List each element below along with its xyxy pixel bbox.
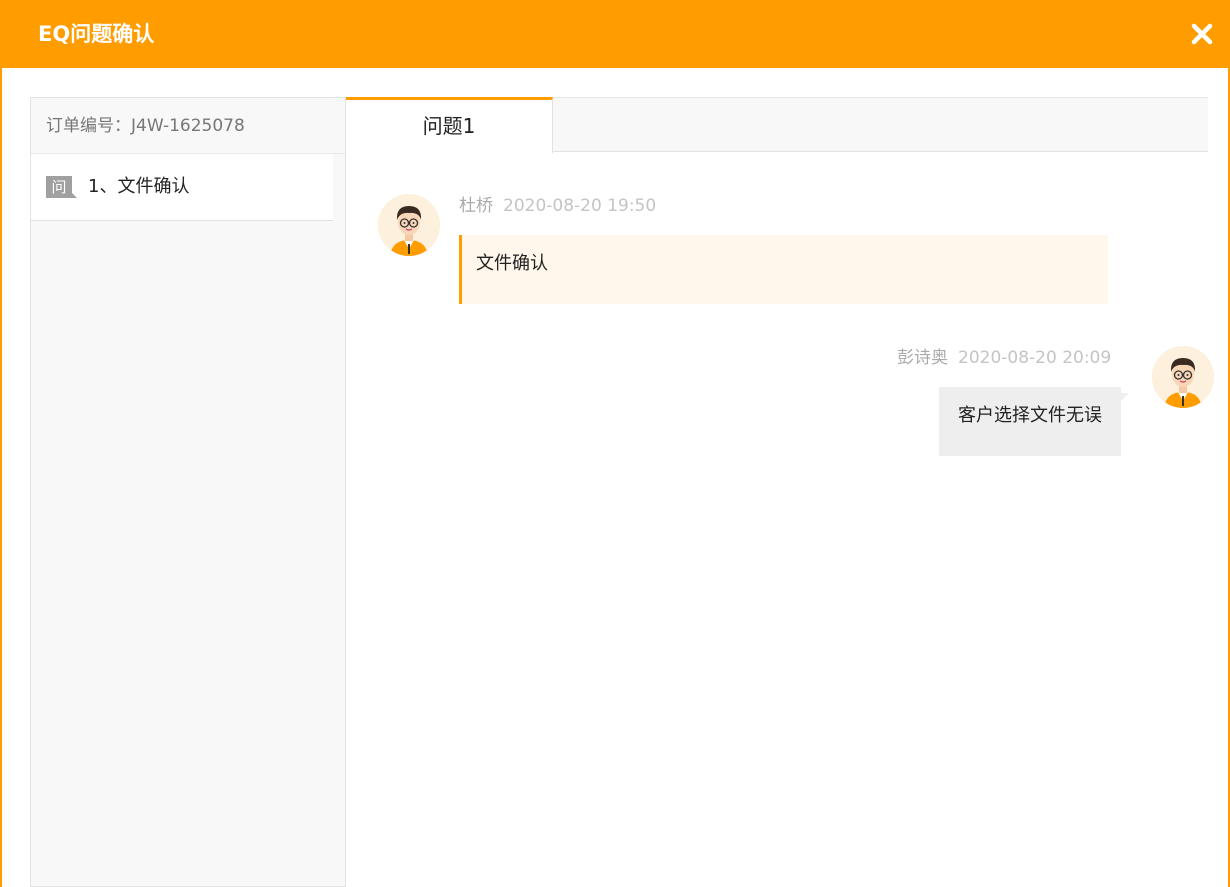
question-tabs: 问题1: [346, 97, 1208, 153]
conversation-panel: 问题1 杜桥 2020-08-20 19:50 文件确认 彭诗奥 2020-08…: [345, 97, 1214, 887]
message-author: 彭诗奥: [897, 348, 948, 368]
question-item-label: 1、文件确认: [88, 176, 190, 197]
eq-dialog: EQ问题确认 订单编号：J4W-1625078 问 1、文件确认 问题1 杜桥 …: [0, 0, 1230, 887]
question-list-item[interactable]: 问 1、文件确认: [31, 154, 333, 221]
tab-question-1[interactable]: 问题1: [346, 97, 553, 153]
dialog-titlebar: EQ问题确认: [2, 0, 1230, 68]
message-meta: 彭诗奥 2020-08-20 20:09: [897, 346, 1111, 370]
message-time: 2020-08-20 20:09: [958, 348, 1112, 368]
message-author: 杜桥: [459, 196, 493, 216]
order-number: 订单编号：J4W-1625078: [31, 98, 346, 154]
dialog-title: EQ问题确认: [38, 22, 155, 46]
user-avatar-icon: [1152, 346, 1214, 408]
close-icon[interactable]: [1188, 20, 1216, 48]
question-badge: 问: [46, 176, 77, 198]
question-sidebar: 订单编号：J4W-1625078 问 1、文件确认: [30, 97, 346, 887]
user-avatar-icon: [378, 194, 440, 256]
message-bubble: 文件确认: [459, 235, 1108, 304]
message-bubble: 客户选择文件无误: [939, 387, 1129, 456]
message-time: 2020-08-20 19:50: [503, 196, 657, 216]
message-meta: 杜桥 2020-08-20 19:50: [459, 194, 656, 218]
